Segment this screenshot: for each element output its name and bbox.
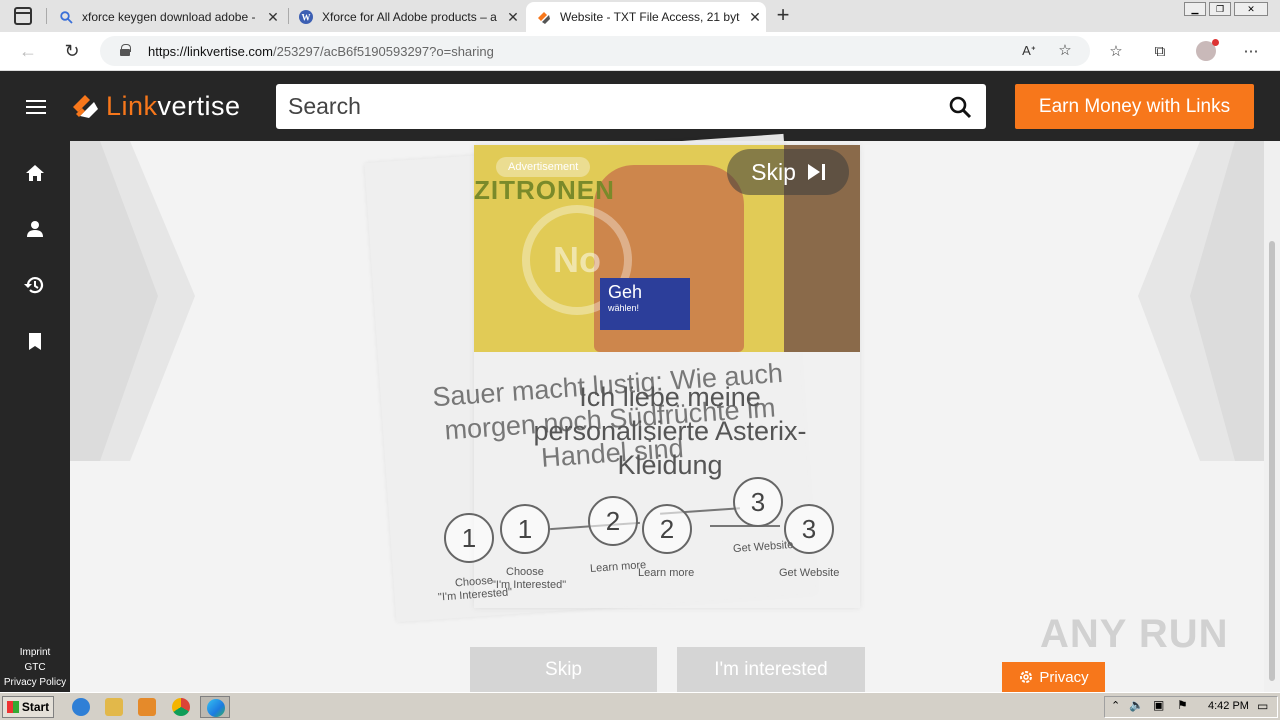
volume-icon[interactable]: 🔈 — [1129, 698, 1144, 712]
desktop-icon[interactable]: ▭ — [1257, 699, 1268, 713]
tray-expand-icon[interactable]: ⌃ — [1111, 699, 1120, 712]
ad-geh-waehlen-badge: Geh wählen! — [600, 278, 690, 330]
close-tab-icon[interactable]: ✕ — [502, 9, 524, 26]
step-1-back: 1 — [444, 513, 494, 563]
skip-ad-label: Skip — [751, 158, 796, 185]
step-1-sublabel: "I'm Interested" — [492, 579, 567, 591]
edge-icon — [207, 699, 225, 717]
hamburger-menu-icon[interactable] — [26, 100, 46, 114]
url-text: https://linkvertise.com/253297/acB6f5190… — [148, 44, 494, 59]
close-tab-icon[interactable]: ✕ — [262, 9, 284, 26]
tab-actions-icon[interactable] — [14, 7, 32, 25]
anyrun-watermark: ANY RUN — [1040, 612, 1229, 656]
step-3-label: Get Website — [779, 567, 840, 579]
tab-linkvertise[interactable]: Website - TXT File Access, 21 byt ✕ — [526, 2, 766, 32]
windows-taskbar: Start ⌃ 🔈 ▣ ⚑ ▭ 4:42 PM — [0, 692, 1280, 720]
more-options-icon[interactable]: ⋯ — [1240, 41, 1262, 63]
sidebar: Imprint GTC Privacy Policy — [0, 141, 70, 692]
ad-banner-title: ZITRONEN — [474, 175, 615, 205]
clock: 4:42 PM — [1208, 700, 1249, 712]
earn-money-button[interactable]: Earn Money with Links — [1015, 84, 1254, 129]
network-icon[interactable]: ▣ — [1153, 698, 1164, 712]
logo-mark-icon — [73, 95, 98, 118]
ad-headline: Ich liebe meine personalisierte Asterix-… — [533, 382, 807, 480]
advertisement-badge: Advertisement — [496, 157, 591, 177]
close-tab-icon[interactable]: ✕ — [744, 9, 766, 26]
edge-taskbar-button[interactable] — [200, 696, 230, 718]
read-aloud-icon[interactable]: Aᐩ — [1018, 40, 1040, 62]
search-icon[interactable] — [948, 95, 972, 119]
folder-icon[interactable] — [105, 698, 123, 716]
imprint-link[interactable]: Imprint — [0, 647, 70, 658]
bookmark-icon[interactable] — [22, 328, 48, 354]
privacy-policy-link[interactable]: Privacy Policy — [0, 677, 70, 688]
wordpress-icon: W — [298, 9, 314, 25]
step-1-label: Choose — [506, 566, 544, 578]
url-field[interactable]: https://linkvertise.com/253297/acB6f5190… — [100, 36, 1090, 66]
windows-logo-icon — [6, 701, 19, 713]
step-2: 2 — [642, 504, 692, 554]
minimize-icon[interactable]: ▁ — [1184, 2, 1206, 16]
search-icon — [58, 9, 74, 25]
browser-tab-strip: xforce keygen download adobe - ✕ W Xforc… — [0, 0, 1280, 32]
step-2-back: 2 — [588, 496, 638, 546]
user-icon[interactable] — [22, 216, 48, 242]
start-label: Start — [21, 700, 50, 714]
step-connector — [710, 525, 780, 527]
gear-icon — [1020, 671, 1033, 683]
media-player-icon[interactable] — [138, 698, 156, 716]
page-scrollbar[interactable] — [1264, 141, 1280, 692]
refresh-icon[interactable]: ↻ — [60, 39, 84, 63]
new-tab-icon[interactable]: + — [770, 4, 796, 28]
address-bar-row: ← ↻ https://linkvertise.com/253297/acB6f… — [0, 32, 1280, 71]
history-icon[interactable] — [22, 272, 48, 298]
lock-icon — [120, 44, 131, 56]
back-icon[interactable]: ← — [16, 39, 40, 63]
home-icon[interactable] — [22, 160, 48, 186]
skip-button[interactable]: Skip — [470, 647, 657, 692]
chrome-icon[interactable] — [172, 698, 190, 716]
search-box — [276, 84, 986, 129]
tab-xforce-adobe[interactable]: W Xforce for All Adobe products – a ✕ — [288, 2, 524, 32]
skip-ad-button[interactable]: Skip — [727, 149, 849, 195]
tab-title: xforce keygen download adobe - — [82, 10, 256, 24]
skip-next-icon — [807, 164, 820, 180]
svg-text:W: W — [302, 13, 311, 23]
add-favorite-icon[interactable]: ☆ — [1054, 40, 1076, 62]
linkvertise-icon — [536, 9, 552, 25]
flag-icon[interactable]: ⚑ — [1177, 698, 1188, 712]
tab-title: Xforce for All Adobe products – a — [322, 10, 497, 24]
step-2-label: Learn more — [638, 567, 695, 579]
linkvertise-logo[interactable]: Linkvertise — [70, 90, 241, 122]
step-3-back: 3 — [733, 477, 783, 527]
system-tray: ⌃ 🔈 ▣ ⚑ ▭ — [1104, 696, 1278, 718]
profile-avatar-icon[interactable] — [1196, 39, 1219, 61]
screen: xforce keygen download adobe - ✕ W Xforc… — [0, 0, 1280, 720]
tab-xforce-search[interactable]: xforce keygen download adobe - ✕ — [48, 2, 284, 32]
close-window-icon[interactable]: ✕ — [1234, 2, 1268, 16]
im-interested-button[interactable]: I'm interested — [677, 647, 865, 692]
collections-icon[interactable]: ⧉ — [1149, 41, 1171, 63]
tab-separator — [46, 8, 47, 24]
step-1: 1 — [500, 504, 550, 554]
privacy-button[interactable]: Privacy — [1002, 662, 1105, 692]
logo-text: Linkvertise — [106, 90, 241, 121]
site-header: Linkvertise Earn Money with Links — [0, 71, 1280, 141]
internet-explorer-icon[interactable] — [72, 698, 90, 716]
privacy-label: Privacy — [1039, 668, 1089, 686]
skip-next-bar — [821, 164, 825, 180]
gtc-link[interactable]: GTC — [0, 662, 70, 673]
scrollbar-thumb[interactable] — [1269, 241, 1275, 681]
search-input[interactable] — [288, 93, 928, 120]
start-button[interactable]: Start — [2, 696, 54, 718]
tab-title: Website - TXT File Access, 21 byt — [560, 10, 740, 24]
favorites-icon[interactable]: ☆ — [1105, 41, 1127, 63]
restore-icon[interactable]: ❐ — [1209, 2, 1231, 16]
